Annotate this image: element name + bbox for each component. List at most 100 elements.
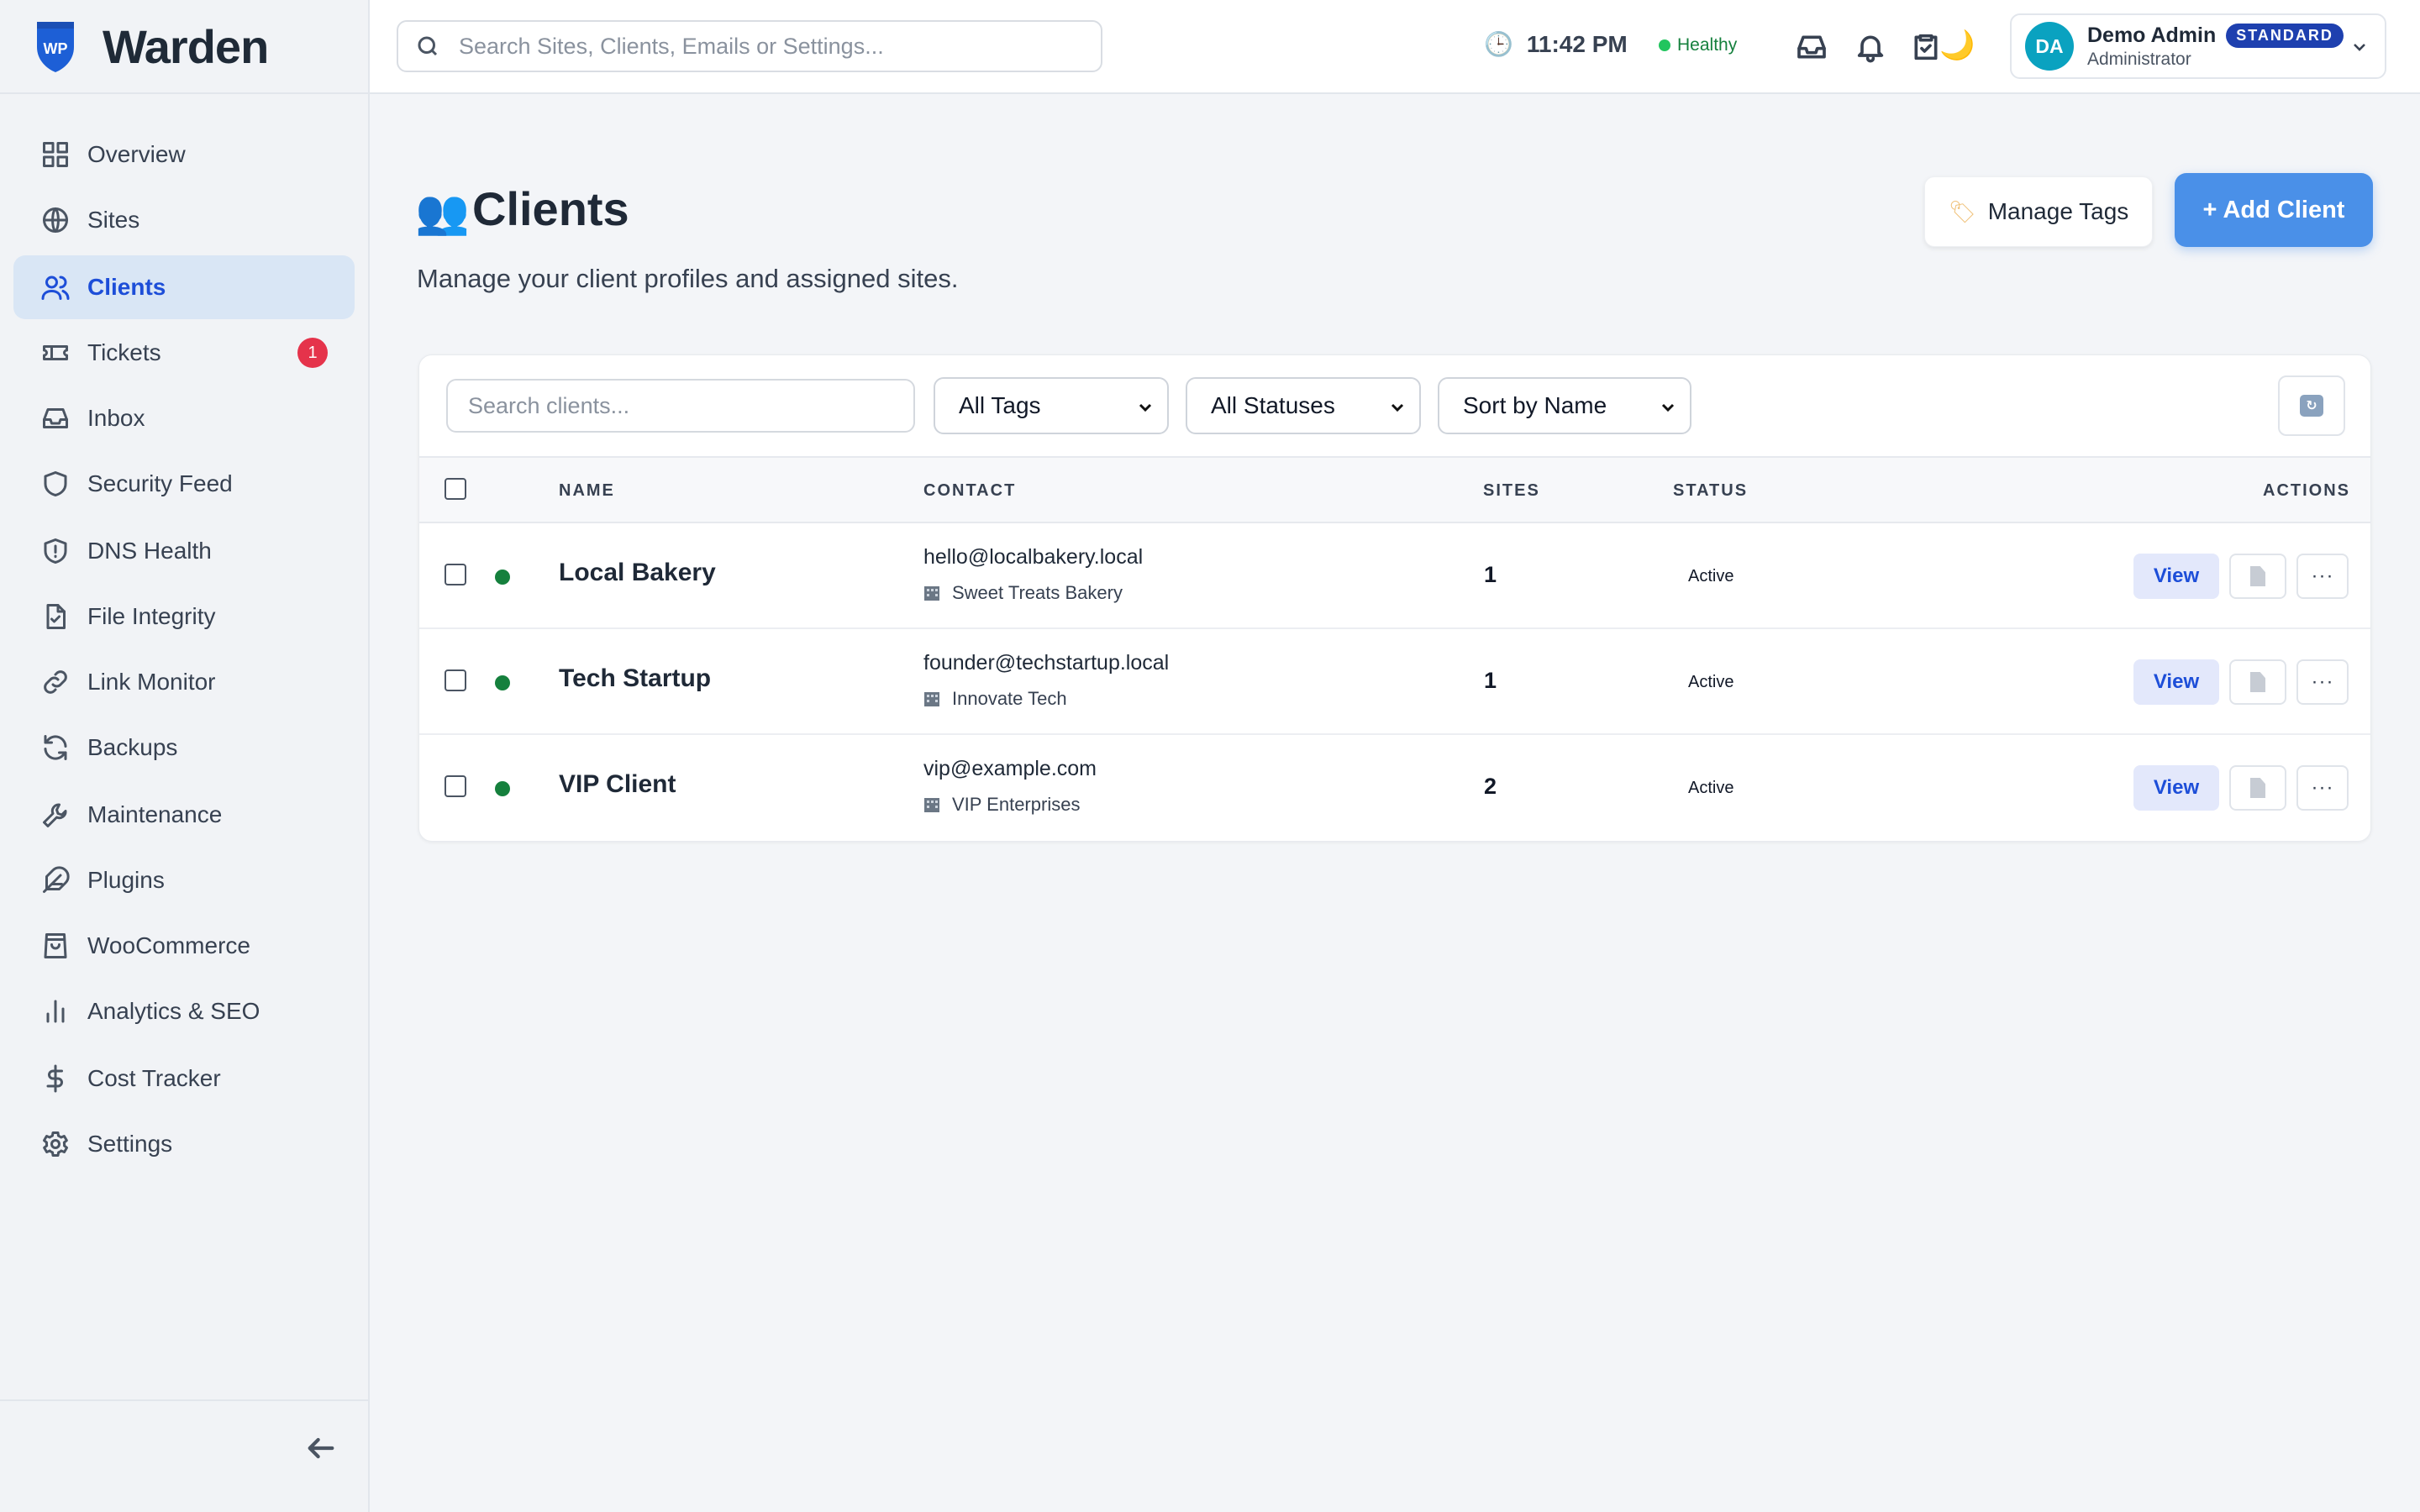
clients-card: All Tags All Statuses Sort by Name ↻ NAM… <box>418 354 2371 842</box>
sidebar-item-label: Backups <box>87 734 178 760</box>
document-icon <box>2250 778 2265 798</box>
plan-badge: STANDARD <box>2226 23 2344 48</box>
inbox-button[interactable] <box>1795 30 1828 64</box>
sidebar-item-woocommerce[interactable]: WooCommerce <box>13 914 355 978</box>
global-search-input[interactable] <box>459 33 1097 60</box>
sort-value: Sort by Name <box>1463 392 1607 418</box>
page-title: Clients <box>472 182 629 235</box>
client-name[interactable]: Local Bakery <box>559 559 716 587</box>
row-checkbox[interactable] <box>445 669 466 691</box>
sidebar-item-label: Analytics & SEO <box>87 998 260 1024</box>
select-all-checkbox[interactable] <box>445 478 466 500</box>
shopping-bag-icon <box>40 931 71 961</box>
sidebar-item-tickets[interactable]: Tickets 1 <box>13 321 355 385</box>
view-button[interactable]: View <box>2133 554 2219 599</box>
row-checkbox[interactable] <box>445 564 466 585</box>
user-name: Demo Admin <box>2087 23 2217 47</box>
sidebar-item-maintenance[interactable]: Maintenance <box>13 783 355 847</box>
sidebar-item-dns-health[interactable]: DNS Health <box>13 519 355 583</box>
sidebar-item-link-monitor[interactable]: Link Monitor <box>13 650 355 714</box>
dollar-icon <box>40 1063 71 1094</box>
wrench-icon <box>40 800 71 830</box>
collapse-sidebar-button[interactable] <box>304 1431 338 1465</box>
sidebar: WP Warden Overview Sites Clients Tickets… <box>0 0 370 1512</box>
sidebar-item-overview[interactable]: Overview <box>13 123 355 186</box>
table-row[interactable]: Local Bakery hello@localbakery.local Swe… <box>419 523 2370 629</box>
client-name[interactable]: VIP Client <box>559 770 676 799</box>
clock-icon: 🕒 <box>1484 31 1513 57</box>
sidebar-item-label: Plugins <box>87 867 165 893</box>
inbox-icon <box>1797 35 1826 59</box>
sidebar-item-clients[interactable]: Clients <box>13 255 355 319</box>
grid-icon <box>40 139 71 170</box>
users-icon <box>40 272 71 302</box>
topbar: 🕒 11:42 PM Healthy 🌙 DA Demo Admin STAND… <box>370 0 2420 94</box>
sidebar-item-security-feed[interactable]: Security Feed <box>13 452 355 516</box>
column-header-contact: CONTACT <box>923 481 1017 500</box>
tasks-button[interactable] <box>1909 30 1943 64</box>
sidebar-item-label: Settings <box>87 1131 173 1157</box>
filter-bar: All Tags All Statuses Sort by Name ↻ <box>419 355 2370 458</box>
logo-text: WP <box>44 40 68 57</box>
sidebar-item-cost-tracker[interactable]: Cost Tracker <box>13 1047 355 1110</box>
sidebar-item-settings[interactable]: Settings <box>13 1112 355 1176</box>
chevron-down-icon <box>2349 37 2370 57</box>
more-actions-button[interactable]: ··· <box>2296 554 2349 599</box>
shield-icon <box>40 469 71 499</box>
contact-company: Innovate Tech <box>923 688 1067 710</box>
sidebar-item-label: Inbox <box>87 405 145 431</box>
document-button[interactable] <box>2229 554 2286 599</box>
more-actions-button[interactable]: ··· <box>2296 765 2349 811</box>
table-row[interactable]: Tech Startup founder@techstartup.local I… <box>419 629 2370 735</box>
status-filter-select[interactable]: All Statuses <box>1186 377 1421 434</box>
sort-select[interactable]: Sort by Name <box>1438 377 1691 434</box>
sidebar-item-backups[interactable]: Backups <box>13 716 355 780</box>
client-name[interactable]: Tech Startup <box>559 664 711 693</box>
sidebar-item-sites[interactable]: Sites <box>13 188 355 252</box>
view-button[interactable]: View <box>2133 765 2219 811</box>
row-checkbox[interactable] <box>445 775 466 797</box>
column-header-name[interactable]: NAME <box>559 481 615 501</box>
sidebar-item-label: Clients <box>87 274 166 300</box>
bell-icon <box>1857 35 1884 63</box>
sidebar-item-inbox[interactable]: Inbox <box>13 386 355 450</box>
refresh-button[interactable]: ↻ <box>2278 375 2345 436</box>
company-name: Sweet Treats Bakery <box>952 582 1123 603</box>
sidebar-item-label: Cost Tracker <box>87 1065 221 1091</box>
brand[interactable]: WP Warden <box>0 0 368 94</box>
view-button[interactable]: View <box>2133 659 2219 705</box>
sidebar-item-plugins[interactable]: Plugins <box>13 848 355 912</box>
column-header-status[interactable]: STATUS <box>1673 481 1748 501</box>
more-actions-button[interactable]: ··· <box>2296 659 2349 705</box>
table-row[interactable]: VIP Client vip@example.com VIP Enterpris… <box>419 735 2370 841</box>
document-icon <box>2250 672 2265 692</box>
document-button[interactable] <box>2229 765 2286 811</box>
table-header: NAME CONTACT SITES STATUS ACTIONS <box>419 458 2370 523</box>
health-label: Healthy <box>1677 35 1738 55</box>
building-icon <box>924 692 939 706</box>
document-button[interactable] <box>2229 659 2286 705</box>
manage-tags-button[interactable]: 🏷 Manage Tags <box>1924 176 2153 247</box>
link-icon <box>40 667 71 697</box>
inbox-icon <box>40 403 71 433</box>
bar-chart-icon <box>40 996 71 1026</box>
tags-filter-select[interactable]: All Tags <box>934 377 1169 434</box>
health-status[interactable]: Healthy <box>1659 35 1737 55</box>
sidebar-item-label: WooCommerce <box>87 932 250 958</box>
notifications-button[interactable] <box>1854 30 1887 64</box>
sidebar-item-file-integrity[interactable]: File Integrity <box>13 585 355 648</box>
add-client-button[interactable]: + Add Client <box>2175 173 2373 247</box>
client-search-input[interactable] <box>446 379 915 433</box>
sidebar-footer <box>0 1399 368 1512</box>
user-menu[interactable]: DA Demo Admin STANDARD Administrator <box>2010 13 2386 79</box>
dark-mode-toggle[interactable]: 🌙 <box>1939 29 1975 62</box>
sidebar-item-analytics-seo[interactable]: Analytics & SEO <box>13 979 355 1043</box>
column-header-sites[interactable]: SITES <box>1483 481 1540 501</box>
sidebar-item-label: Link Monitor <box>87 669 216 695</box>
avatar: DA <box>2025 22 2074 71</box>
status-dot <box>495 781 510 796</box>
page-subtitle: Manage your client profiles and assigned… <box>417 264 959 293</box>
gear-icon <box>40 1129 71 1159</box>
tags-filter-value: All Tags <box>959 392 1041 418</box>
global-search[interactable] <box>397 20 1102 72</box>
